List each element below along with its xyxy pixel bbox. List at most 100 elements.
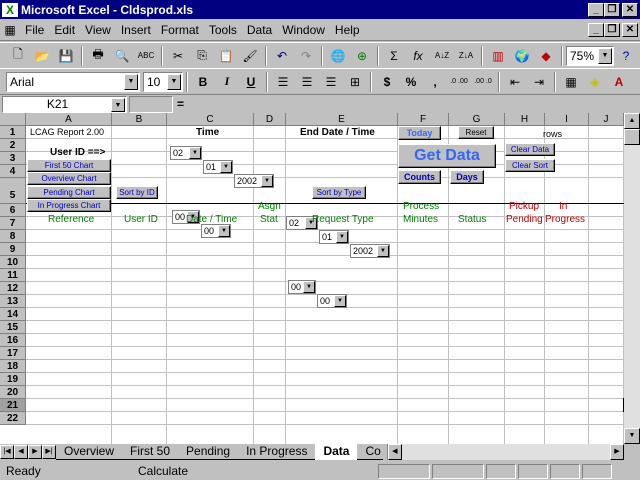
menu-help[interactable]: Help xyxy=(330,23,365,37)
italic-button[interactable]: I xyxy=(216,71,238,93)
clear-data-button[interactable]: Clear Data xyxy=(505,143,555,156)
clear-sort-button[interactable]: Clear Sort xyxy=(505,159,555,172)
menu-file[interactable]: File xyxy=(20,23,49,37)
sort-ascending-icon[interactable]: A↓Z xyxy=(431,45,453,67)
tab-in-progress[interactable]: In Progress xyxy=(238,444,316,460)
chevron-down-icon[interactable]: ▼ xyxy=(261,175,273,187)
menu-insert[interactable]: Insert xyxy=(116,23,156,37)
menu-view[interactable]: View xyxy=(80,23,116,37)
chart-wizard-icon[interactable]: ▥ xyxy=(487,45,509,67)
horizontal-scrollbar[interactable]: ◀ ▶ xyxy=(386,444,624,460)
restore-icon[interactable]: ❐ xyxy=(604,2,620,17)
align-left-icon[interactable]: ☰ xyxy=(272,71,294,93)
row-header[interactable]: 13 xyxy=(0,295,26,308)
first-sheet-icon[interactable]: |◀ xyxy=(0,445,14,459)
row-header[interactable]: 12 xyxy=(0,282,26,295)
tab-pending[interactable]: Pending xyxy=(178,444,239,460)
worksheet-grid[interactable]: ABCDEFGHIJK12345678910111213141516171819… xyxy=(0,113,624,444)
row-header[interactable]: 4 xyxy=(0,165,26,178)
column-header[interactable]: E xyxy=(286,113,398,126)
reset-button[interactable]: Reset xyxy=(458,126,494,139)
align-center-icon[interactable]: ☰ xyxy=(296,71,318,93)
row-header[interactable]: 15 xyxy=(0,321,26,334)
menu-tools[interactable]: Tools xyxy=(204,23,242,37)
start-month-select[interactable]: 02 ▼ xyxy=(170,146,202,160)
row-header[interactable]: 2 xyxy=(0,139,26,152)
hyperlink-icon[interactable]: 🌐 xyxy=(327,45,349,67)
print-icon[interactable]: 🖶 xyxy=(87,45,109,67)
chevron-down-icon[interactable]: ▼ xyxy=(220,161,232,173)
column-header[interactable]: J xyxy=(589,113,624,126)
column-header[interactable]: F xyxy=(398,113,449,126)
end-hour-select[interactable]: 00 ▼ xyxy=(288,280,316,294)
currency-button[interactable]: $ xyxy=(376,71,398,93)
column-header[interactable]: D xyxy=(254,113,286,126)
new-icon[interactable]: 🗋 xyxy=(7,45,29,67)
chevron-down-icon[interactable]: ▼ xyxy=(598,47,612,64)
cut-icon[interactable]: ✂ xyxy=(167,45,189,67)
days-button[interactable]: Days xyxy=(450,170,484,184)
tab-co[interactable]: Co xyxy=(357,444,383,460)
row-header[interactable]: 16 xyxy=(0,334,26,347)
minimize-icon[interactable]: _ xyxy=(588,2,604,17)
row-header[interactable]: 20 xyxy=(0,386,26,399)
menu-data[interactable]: Data xyxy=(242,23,277,37)
workbook-icon[interactable]: ▦ xyxy=(1,19,19,41)
scroll-right-icon[interactable]: ▶ xyxy=(610,444,624,460)
doc-minimize-icon[interactable]: _ xyxy=(588,22,604,37)
copy-icon[interactable]: ⎘ xyxy=(191,45,213,67)
pending-chart-button[interactable]: Pending Chart xyxy=(27,186,111,199)
column-header[interactable]: G xyxy=(449,113,505,126)
doc-restore-icon[interactable]: ❐ xyxy=(604,22,620,37)
format-painter-icon[interactable]: 🖌 xyxy=(239,45,261,67)
sort-by-type-button[interactable]: Sort by Type xyxy=(312,186,366,199)
chevron-down-icon[interactable]: ▼ xyxy=(218,225,230,237)
paste-icon[interactable]: 📋 xyxy=(215,45,237,67)
row-header[interactable]: 9 xyxy=(0,243,26,256)
increase-decimal-icon[interactable]: .0 .00 xyxy=(448,71,470,93)
close-icon[interactable]: ✕ xyxy=(622,2,638,17)
column-header[interactable]: H xyxy=(505,113,545,126)
chevron-down-icon[interactable]: ▼ xyxy=(167,73,181,90)
last-sheet-icon[interactable]: ▶| xyxy=(42,445,56,459)
borders-icon[interactable]: ▦ xyxy=(560,71,582,93)
vertical-scrollbar[interactable]: ▲ ▼ xyxy=(624,113,640,444)
autosum-icon[interactable]: Σ xyxy=(383,45,405,67)
prev-sheet-icon[interactable]: ◀ xyxy=(14,445,28,459)
redo-icon[interactable]: ↷ xyxy=(295,45,317,67)
row-header[interactable]: 14 xyxy=(0,308,26,321)
menu-format[interactable]: Format xyxy=(156,23,204,37)
overview-chart-button[interactable]: Overview Chart xyxy=(27,172,111,185)
font-size-select[interactable]: 10 ▼ xyxy=(143,71,183,92)
row-header[interactable]: 6 xyxy=(0,204,26,217)
office-assistant-icon[interactable]: ? xyxy=(615,45,637,67)
start-minute-select[interactable]: 00 ▼ xyxy=(201,224,231,238)
end-day-select[interactable]: 01 ▼ xyxy=(319,230,349,244)
zoom-select[interactable]: 75% ▼ xyxy=(566,45,614,66)
column-header[interactable]: A xyxy=(26,113,112,126)
scroll-down-icon[interactable]: ▼ xyxy=(624,428,640,444)
chevron-down-icon[interactable]: ▼ xyxy=(303,281,315,293)
tab-first-50[interactable]: First 50 xyxy=(122,444,179,460)
end-year-select[interactable]: 2002 ▼ xyxy=(350,244,390,258)
fill-color-icon[interactable]: ◈ xyxy=(584,71,606,93)
end-minute-select[interactable]: 00 ▼ xyxy=(317,294,347,308)
undo-icon[interactable]: ↶ xyxy=(271,45,293,67)
excel-app-icon[interactable]: X xyxy=(2,2,18,17)
chevron-down-icon[interactable]: ▼ xyxy=(111,97,125,112)
chevron-down-icon[interactable]: ▼ xyxy=(124,73,138,90)
get-data-button[interactable]: Get Data xyxy=(398,144,496,168)
row-header[interactable]: 8 xyxy=(0,230,26,243)
start-year-select[interactable]: 2002 ▼ xyxy=(234,174,274,188)
underline-button[interactable]: U xyxy=(240,71,262,93)
row-header[interactable]: 21 xyxy=(0,399,26,412)
row-header[interactable]: 5 xyxy=(0,178,26,204)
font-color-icon[interactable]: A xyxy=(608,71,630,93)
scroll-up-icon[interactable]: ▲ xyxy=(624,113,640,129)
scroll-thumb[interactable] xyxy=(624,129,640,145)
column-header[interactable]: C xyxy=(167,113,254,126)
column-header[interactable]: I xyxy=(545,113,589,126)
row-header[interactable]: 19 xyxy=(0,373,26,386)
start-day-select[interactable]: 01 ▼ xyxy=(203,160,233,174)
save-icon[interactable]: 💾 xyxy=(55,45,77,67)
